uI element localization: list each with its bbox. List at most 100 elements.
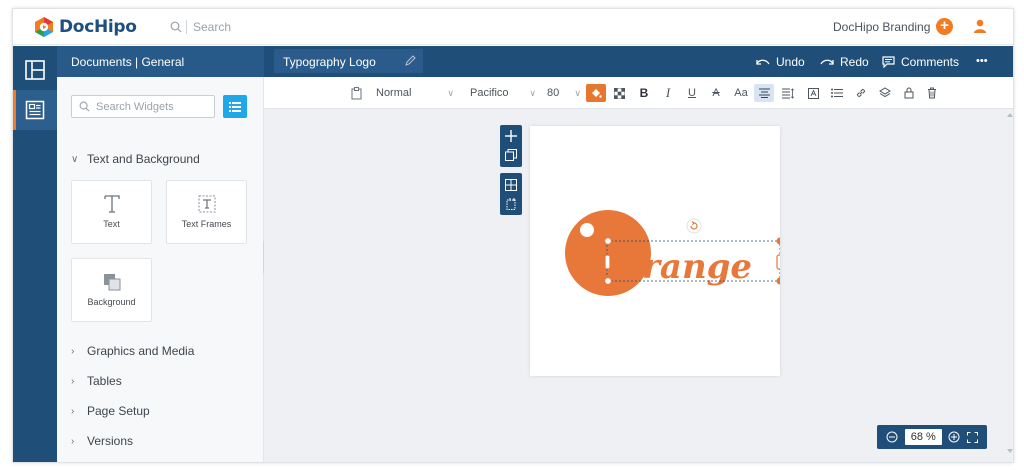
section-tables[interactable]: › Tables — [71, 374, 122, 388]
widgets-panel-button[interactable] — [13, 90, 57, 130]
resize-handle[interactable] — [776, 237, 781, 245]
layout-panel-button[interactable] — [13, 50, 57, 90]
document-name-field[interactable]: Typography Logo — [274, 49, 423, 73]
lock-icon — [904, 87, 914, 99]
zoom-unit: % — [926, 431, 936, 443]
text-frame-icon — [198, 195, 215, 213]
canvas-workspace[interactable]: range 68 % — [264, 109, 1013, 462]
text-style-dropdown[interactable]: Normal ∨ — [376, 84, 454, 102]
text-T-icon — [103, 195, 120, 213]
zoom-in-icon[interactable] — [948, 431, 960, 443]
grid-tools-toolbar — [500, 173, 522, 215]
pencil-icon[interactable] — [405, 55, 416, 66]
search-icon — [170, 21, 182, 33]
create-new-button[interactable]: + — [936, 18, 953, 35]
italic-button[interactable]: I — [659, 84, 677, 102]
zoom-control: 68 % — [877, 425, 987, 449]
text-case-button[interactable]: Aa — [731, 84, 751, 102]
side-handle[interactable] — [776, 254, 780, 270]
layers-button[interactable] — [876, 84, 894, 102]
rotate-handle[interactable] — [686, 218, 702, 234]
clipboard-button[interactable] — [351, 84, 362, 102]
bold-button[interactable]: B — [635, 84, 653, 102]
comments-label: Comments — [901, 55, 960, 69]
section-label: Page Setup — [87, 404, 150, 418]
more-options-button[interactable]: ••• — [976, 55, 988, 67]
page-actions-toolbar — [500, 125, 522, 167]
section-label: Graphics and Media — [87, 344, 195, 358]
link-button[interactable] — [852, 84, 870, 102]
redo-button[interactable]: Redo — [820, 55, 869, 69]
resize-handle[interactable] — [603, 236, 613, 246]
list-view-button[interactable] — [223, 95, 247, 118]
resize-handle[interactable] — [603, 276, 613, 286]
widget-text-frames[interactable]: Text Frames — [166, 180, 247, 244]
zoom-value-field[interactable]: 68 % — [904, 429, 942, 445]
document-page[interactable]: range — [530, 126, 780, 376]
search-separator — [186, 20, 187, 34]
dochipo-logo-icon[interactable] — [33, 16, 55, 38]
layers-icon — [879, 87, 891, 98]
section-label: Versions — [87, 434, 134, 448]
comments-button[interactable]: Comments — [882, 55, 959, 69]
text-effects-button[interactable] — [804, 84, 822, 102]
trash-icon — [928, 87, 936, 99]
background-icon — [103, 274, 120, 291]
section-page-setup[interactable]: › Page Setup — [71, 404, 150, 418]
widget-label: Text Frames — [181, 219, 232, 229]
align-center-button[interactable] — [754, 84, 774, 102]
chevron-down-icon: ∨ — [529, 87, 536, 98]
duplicate-page-icon[interactable] — [505, 149, 517, 161]
transparency-button[interactable] — [610, 84, 628, 102]
widget-background[interactable]: Background — [71, 258, 152, 322]
redo-icon — [820, 59, 834, 65]
delete-button[interactable] — [923, 84, 941, 102]
widget-label: Background — [87, 297, 136, 307]
font-size-dropdown[interactable]: 80 ∨ — [547, 84, 581, 102]
text-color-button[interactable] — [586, 84, 606, 102]
grid-icon[interactable] — [505, 179, 517, 191]
app-name[interactable]: DocHipo — [59, 17, 137, 37]
widgets-sidebar: Documents | General Search Widgets ∨ Tex… — [57, 46, 264, 462]
global-search[interactable]: Search — [170, 18, 231, 36]
section-label: Tables — [87, 374, 122, 388]
bullet-list-button[interactable] — [828, 84, 846, 102]
redo-label: Redo — [840, 55, 869, 69]
widget-text[interactable]: Text — [71, 180, 152, 244]
chevron-right-icon: › — [71, 375, 75, 387]
undo-button[interactable]: Undo — [756, 55, 805, 69]
section-text-and-background[interactable]: ∨ Text and Background — [71, 152, 200, 166]
format-toolbar: Normal ∨ Pacifico ∨ 80 ∨ B I U A Aa — [264, 77, 1013, 109]
fullscreen-icon[interactable] — [966, 431, 978, 443]
widget-search-placeholder: Search Widgets — [96, 100, 174, 113]
branding-dropdown[interactable]: DocHipo Branding ∨ — [833, 20, 941, 34]
add-page-icon[interactable] — [505, 130, 517, 142]
vertical-scrollbar[interactable] — [1007, 113, 1013, 453]
user-profile-icon[interactable] — [972, 18, 988, 34]
resize-page-icon[interactable] — [505, 198, 517, 210]
clipboard-icon — [351, 86, 362, 99]
document-widgets-icon — [25, 100, 45, 120]
side-handle[interactable] — [604, 254, 611, 270]
resize-handle[interactable] — [776, 277, 781, 285]
search-placeholder[interactable]: Search — [193, 20, 231, 34]
editor-header: Typography Logo Undo Redo Comments ••• — [264, 46, 1013, 77]
underline-button[interactable]: U — [683, 84, 701, 102]
chevron-down-icon: ∨ — [447, 87, 454, 98]
zoom-out-icon[interactable] — [886, 431, 898, 443]
undo-icon — [756, 59, 770, 65]
line-spacing-button[interactable] — [779, 84, 797, 102]
checkerboard-icon — [613, 87, 625, 99]
font-family-dropdown[interactable]: Pacifico ∨ — [470, 84, 536, 102]
layout-icon — [25, 60, 45, 80]
orange-logo-graphic[interactable]: range — [530, 126, 780, 376]
branding-label: DocHipo Branding — [833, 20, 931, 34]
widget-search-input[interactable]: Search Widgets — [71, 95, 215, 118]
lock-button[interactable] — [900, 84, 918, 102]
text-style-value: Normal — [376, 87, 412, 99]
document-name: Typography Logo — [283, 55, 376, 69]
list-icon — [229, 101, 241, 112]
section-versions[interactable]: › Versions — [71, 434, 133, 448]
section-graphics-and-media[interactable]: › Graphics and Media — [71, 344, 194, 358]
strikethrough-button[interactable]: A — [707, 84, 725, 102]
